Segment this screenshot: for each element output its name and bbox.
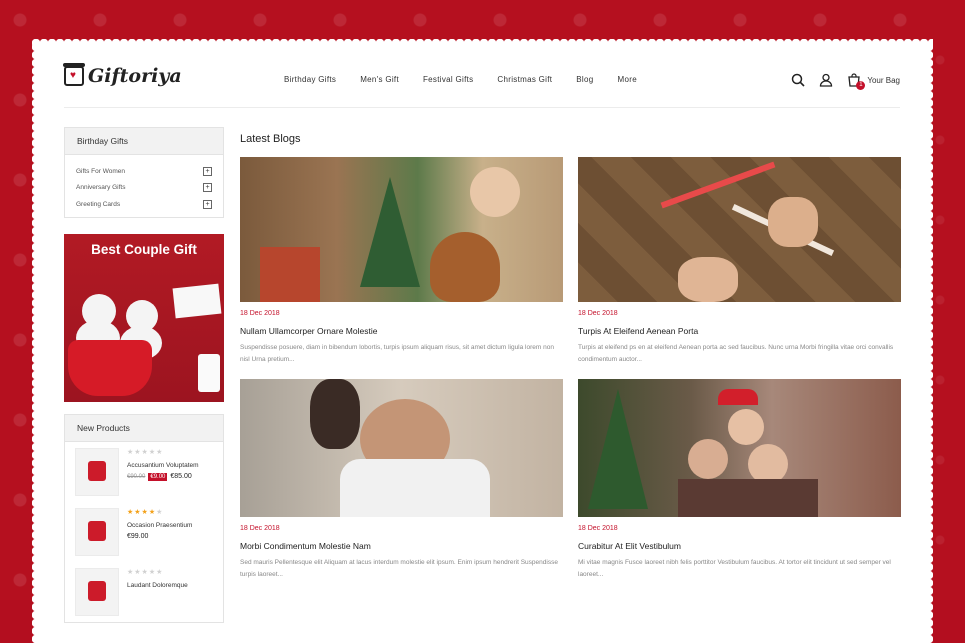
nav-blog[interactable]: Blog xyxy=(576,75,593,84)
product-image[interactable] xyxy=(75,507,119,556)
product-price: €90.00 €9.00 €85.00 xyxy=(127,472,192,481)
bag-button[interactable]: 1 Your Bag xyxy=(847,73,900,90)
post-date: 18 Dec 2018 xyxy=(578,525,618,532)
nav-mens-gift[interactable]: Men's Gift xyxy=(360,75,399,84)
new-products-box: New Products ★★★★★ Accusantium Voluptate… xyxy=(64,413,224,623)
post-title[interactable]: Morbi Condimentum Molestie Nam xyxy=(240,541,563,551)
rating-stars: ★★★★★ xyxy=(127,508,164,516)
new-products-title: New Products xyxy=(65,414,223,442)
sidebar: Birthday Gifts Gifts For Women + Annivers… xyxy=(64,127,224,623)
blog-image[interactable] xyxy=(240,379,563,517)
blog-image[interactable] xyxy=(578,157,901,302)
category-box: Birthday Gifts Gifts For Women + Annivers… xyxy=(64,127,224,218)
bag-label: Your Bag xyxy=(867,75,900,85)
plus-icon[interactable]: + xyxy=(203,199,212,209)
plus-icon[interactable]: + xyxy=(203,166,212,176)
gift-box-icon: ♥ xyxy=(63,63,85,86)
product-name[interactable]: Laudant Doloremque xyxy=(127,582,188,589)
post-date: 18 Dec 2018 xyxy=(240,310,280,317)
product-name[interactable]: Occasion Praesentium xyxy=(127,522,192,529)
header-icons: 1 Your Bag xyxy=(791,73,900,90)
logo[interactable]: ♥ Giftoriya xyxy=(63,63,182,87)
product-name[interactable]: Accusantium Voluptatem xyxy=(127,462,199,469)
site-header: ♥ Giftoriya Birthday Gifts Men's Gift Fe… xyxy=(63,63,900,108)
post-excerpt: Turpis at eleifend ps en at eleifend Aen… xyxy=(578,344,894,363)
pillow-image xyxy=(172,283,222,318)
rating-stars: ★★★★★ xyxy=(127,448,164,456)
category-item[interactable]: Gifts For Women + xyxy=(76,163,212,180)
category-title: Birthday Gifts xyxy=(65,128,223,155)
blog-post: 18 Dec 2018 Curabitur At Elit Vestibulum… xyxy=(578,379,901,581)
post-excerpt: Mi vitae magnis Fusce laoreet nibh felis… xyxy=(578,559,891,578)
blog-main: Latest Blogs 18 Dec 2018 Nullam Ullamcor… xyxy=(240,127,901,578)
nav-birthday-gifts[interactable]: Birthday Gifts xyxy=(284,75,336,84)
post-date: 18 Dec 2018 xyxy=(578,310,618,317)
post-title[interactable]: Curabitur At Elit Vestibulum xyxy=(578,541,901,551)
logo-text: Giftoriya xyxy=(88,65,182,87)
mug-image xyxy=(198,353,220,392)
nav-christmas-gift[interactable]: Christmas Gift xyxy=(497,75,552,84)
nav-festival-gifts[interactable]: Festival Gifts xyxy=(423,75,473,84)
product-item[interactable]: ★★★★★ Occasion Praesentium €99.00 xyxy=(65,502,223,562)
nav-more[interactable]: More xyxy=(618,75,637,84)
blog-post: 18 Dec 2018 Nullam Ullamcorper Ornare Mo… xyxy=(240,157,563,366)
plus-icon[interactable]: + xyxy=(203,183,212,193)
product-price: €99.00 xyxy=(127,532,149,540)
bag-icon: 1 xyxy=(847,73,866,90)
category-item[interactable]: Anniversary Gifts + xyxy=(76,180,212,197)
rating-stars: ★★★★★ xyxy=(127,568,164,576)
page-container: ♥ Giftoriya Birthday Gifts Men's Gift Fe… xyxy=(32,39,933,643)
user-icon[interactable] xyxy=(819,73,833,87)
product-image[interactable] xyxy=(75,567,119,616)
post-excerpt: Sed mauris Pellentesque elit Aliquam at … xyxy=(240,559,558,578)
bag-count-badge: 1 xyxy=(856,81,866,90)
blog-post: 18 Dec 2018 Turpis At Eleifend Aenean Po… xyxy=(578,157,901,366)
product-image[interactable] xyxy=(75,447,119,496)
blog-image[interactable] xyxy=(240,157,563,302)
post-title[interactable]: Turpis At Eleifend Aenean Porta xyxy=(578,326,901,336)
post-title[interactable]: Nullam Ullamcorper Ornare Molestie xyxy=(240,326,563,336)
product-item[interactable]: ★★★★★ Accusantium Voluptatem €90.00 €9.0… xyxy=(65,442,223,502)
main-nav: Birthday Gifts Men's Gift Festival Gifts… xyxy=(284,75,661,84)
page-title: Latest Blogs xyxy=(240,133,301,145)
basket-image xyxy=(68,339,152,396)
post-date: 18 Dec 2018 xyxy=(240,525,280,532)
search-icon[interactable] xyxy=(791,73,805,87)
blog-image[interactable] xyxy=(578,379,901,517)
category-item[interactable]: Greeting Cards + xyxy=(76,196,212,213)
product-item[interactable]: ★★★★★ Laudant Doloremque xyxy=(65,562,223,622)
blog-post: 18 Dec 2018 Morbi Condimentum Molestie N… xyxy=(240,379,563,581)
promo-banner[interactable]: Best Couple Gift xyxy=(64,233,224,402)
post-excerpt: Suspendisse posuere, diam in bibendum lo… xyxy=(240,344,554,363)
banner-title: Best Couple Gift xyxy=(91,241,197,257)
